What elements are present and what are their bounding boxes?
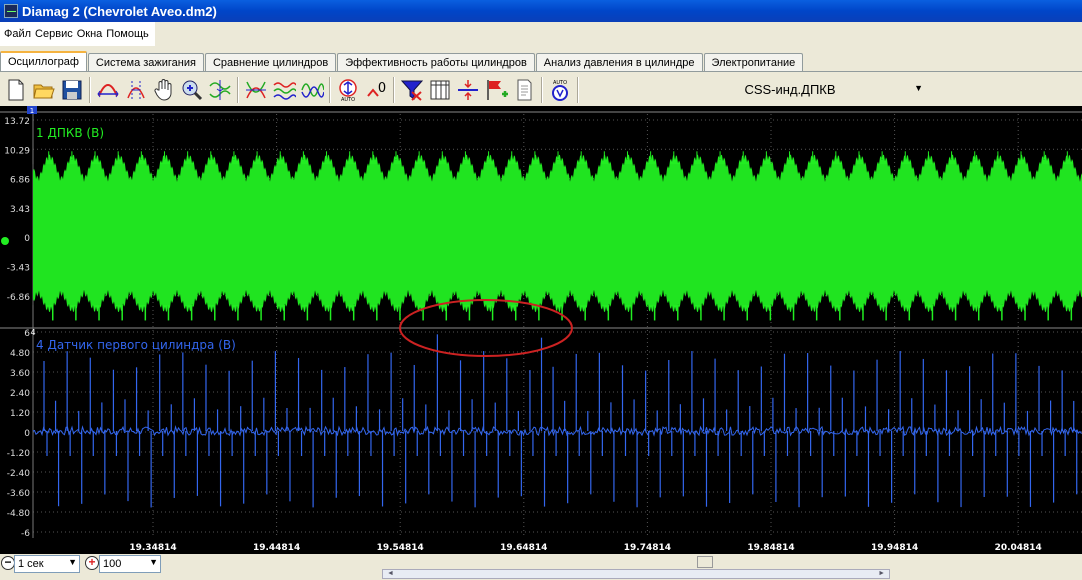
auto-label: AUTO — [341, 97, 355, 102]
channel-filter-icon[interactable] — [398, 76, 426, 104]
ch1-tick-label: 13.72 — [4, 117, 30, 127]
ch4-marker-label: 4 — [30, 328, 35, 337]
invert-icon[interactable] — [242, 76, 270, 104]
chevron-down-icon: ▼ — [914, 83, 923, 93]
ch4-tick-label: 1.20 — [10, 409, 30, 419]
scroll-left-icon: ◄ — [387, 570, 394, 577]
zoom-out-button[interactable]: − — [1, 556, 15, 570]
cursor-x-icon[interactable] — [94, 76, 122, 104]
ch1-tick-label: -3.43 — [7, 264, 30, 274]
ch4-tick-label: -2.40 — [7, 469, 31, 479]
new-file-icon[interactable] — [2, 76, 30, 104]
ch4-tick-label: 3.60 — [10, 369, 30, 379]
tab-cylinder-compare[interactable]: Сравнение цилиндров — [204, 53, 337, 71]
toolbar-separator — [89, 77, 91, 103]
scale-select[interactable]: 100 ▼ — [99, 555, 161, 573]
window-title: Diamag 2 (Chevrolet Aveo.dm2) — [22, 3, 217, 19]
auto-gauge-icon[interactable]: AUTO — [546, 76, 574, 104]
ch4-baseline — [32, 424, 1082, 437]
horizontal-scrollbar[interactable]: ◄ ► — [382, 569, 890, 579]
time-tick-label: 19.64814 — [500, 543, 547, 553]
ch1-tick-label: 10.29 — [4, 146, 30, 156]
menu-service[interactable]: Сервис — [33, 28, 75, 40]
sync-source-dropdown[interactable]: CSS-инд.ДПКВ ▼ — [652, 78, 928, 100]
ch1-tick-label: -6.86 — [7, 293, 31, 303]
sync-markers-icon[interactable] — [206, 76, 234, 104]
title-bar: Diamag 2 (Chevrolet Aveo.dm2) — [0, 0, 1082, 22]
ch4-tick-label: 2.40 — [10, 389, 30, 399]
tab-ignition[interactable]: Система зажигания — [87, 53, 204, 71]
ch1-band — [33, 154, 1082, 312]
hand-pan-icon[interactable] — [150, 76, 178, 104]
ch4-tick-label: -4.80 — [7, 509, 31, 519]
oscilloscope-plot[interactable]: 13.72 10.29 6.86 3.43 0 -3.43 -6.86 6 4.80 3.60 2.… — [0, 106, 1082, 554]
ch1-tick-label: 0 — [24, 234, 30, 244]
time-tick-label: 19.94814 — [871, 543, 918, 553]
scale-value: 100 — [103, 558, 122, 570]
ch4-name: 4 Датчик первого цилиндра (В) — [36, 338, 236, 352]
time-tick-label: 19.74814 — [624, 543, 671, 553]
menu-file[interactable]: Файл — [2, 28, 33, 40]
tab-power-supply[interactable]: Электропитание — [703, 53, 804, 71]
oscilloscope-view[interactable]: 13.72 10.29 6.86 3.43 0 -3.43 -6.86 6 4.80 3.60 2.… — [0, 106, 1082, 554]
zero-label: 0 — [378, 81, 386, 96]
toolbar-separator — [393, 77, 395, 103]
ch1-zero-marker[interactable] — [1, 237, 9, 245]
menu-bar: Файл Сервис Окна Помощь — [0, 22, 1082, 46]
menu-windows[interactable]: Окна — [75, 28, 105, 40]
channel4-trace — [32, 334, 1082, 508]
time-tick-label: 20.04814 — [995, 543, 1042, 553]
save-disk-icon[interactable] — [58, 76, 86, 104]
ch4-tick-label: -3.60 — [7, 489, 31, 499]
menu-help[interactable]: Помощь — [104, 28, 151, 40]
tab-cylinder-efficiency[interactable]: Эффективность работы цилиндров — [337, 53, 535, 71]
ch4-tick-label: -1.20 — [7, 449, 31, 459]
auto-scale-icon[interactable]: AUTO — [334, 76, 362, 104]
notes-icon[interactable] — [510, 76, 538, 104]
ch4-tick-label: 6 — [24, 329, 30, 339]
add-flag-icon[interactable] — [482, 76, 510, 104]
channel1-trace — [32, 151, 1082, 321]
app-icon — [4, 4, 18, 18]
zero-icon[interactable]: 0 — [362, 76, 390, 104]
time-tick-label: 19.54814 — [377, 543, 424, 553]
scroll-right-icon: ► — [878, 570, 885, 577]
cursor-range-icon[interactable] — [122, 76, 150, 104]
open-folder-icon[interactable] — [30, 76, 58, 104]
time-tick-label: 19.84814 — [747, 543, 794, 553]
time-tick-label: 19.34814 — [129, 543, 176, 553]
chevron-down-icon: ▼ — [68, 557, 77, 567]
columns-icon[interactable] — [426, 76, 454, 104]
timebase-value: 1 сек — [18, 558, 44, 570]
ch4-tick-label: -6 — [21, 529, 30, 539]
scroll-thumb[interactable] — [697, 556, 713, 568]
ch1-name: 1 ДПКВ (В) — [36, 126, 104, 140]
timebase-select[interactable]: 1 сек ▼ — [14, 555, 80, 573]
chevron-down-icon: ▼ — [149, 557, 158, 567]
zoom-in-button[interactable]: + — [85, 556, 99, 570]
ch1-marker-label: 1 — [30, 107, 34, 115]
ch4-tick-label: 0 — [24, 429, 30, 439]
toolbar-separator — [329, 77, 331, 103]
sync-source-value: CSS-инд.ДПКВ — [744, 81, 836, 97]
filter-icon[interactable] — [270, 76, 298, 104]
tab-pressure-analysis[interactable]: Анализ давления в цилиндре — [535, 53, 703, 71]
ch1-tick-label: 6.86 — [10, 176, 30, 186]
ch4-tick-label: 4.80 — [10, 349, 30, 359]
zoom-icon[interactable] — [178, 76, 206, 104]
wave-icon[interactable] — [298, 76, 326, 104]
tab-oscilloscope[interactable]: Осциллограф — [0, 51, 87, 71]
tab-strip: Осциллограф Система зажигания Сравнение … — [0, 51, 1082, 72]
ch1-tick-label: 3.43 — [10, 205, 30, 215]
toolbar-separator — [577, 77, 579, 103]
toolbar-separator — [541, 77, 543, 103]
toolbar-separator — [237, 77, 239, 103]
split-icon[interactable] — [454, 76, 482, 104]
time-tick-label: 19.44814 — [253, 543, 300, 553]
